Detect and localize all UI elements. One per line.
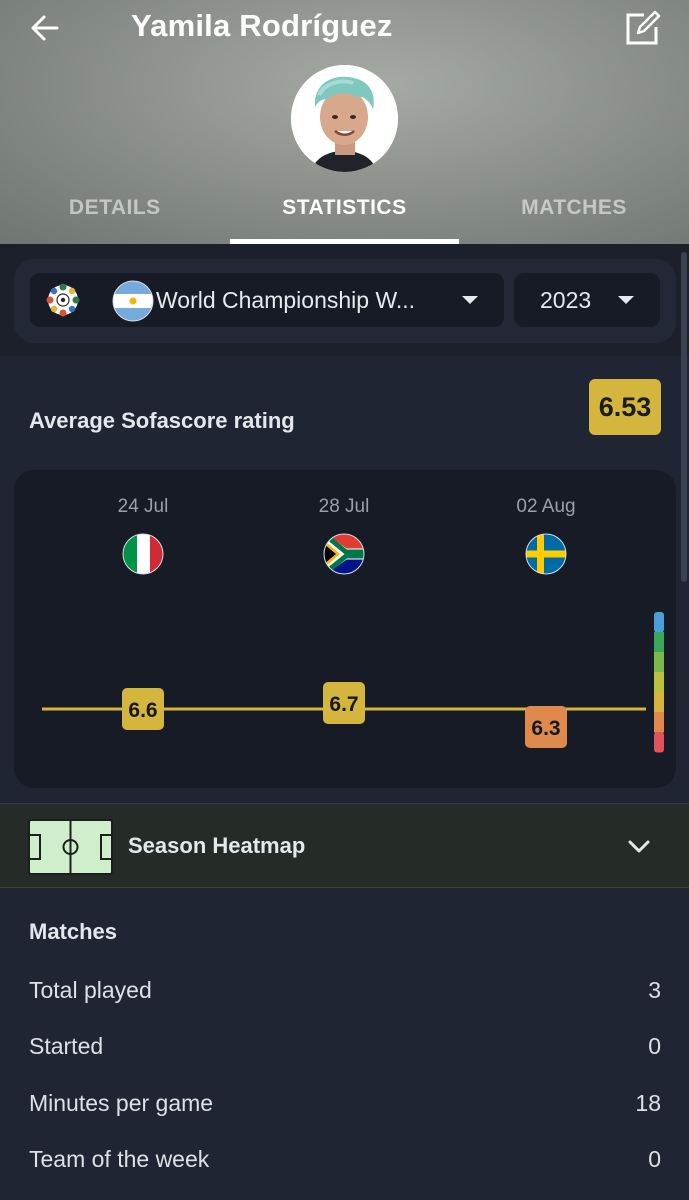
league-caret-icon <box>462 296 478 304</box>
rating-scale-segment <box>654 712 664 733</box>
year-select-value: 2023 <box>540 286 592 313</box>
tab-bar: DETAILS STATISTICS MATCHES <box>0 186 689 244</box>
season-heatmap-row[interactable]: Season Heatmap <box>0 803 689 888</box>
tab-details-label: DETAILS <box>68 196 161 219</box>
tab-details[interactable]: DETAILS <box>0 186 230 244</box>
average-rating-label: Average Sofascore rating <box>29 408 295 433</box>
south-africa-flag-icon[interactable] <box>323 533 365 575</box>
stat-row-started: Started 0 <box>29 1029 661 1063</box>
league-select-value: World Championship W... <box>156 286 416 313</box>
stat-label: Minutes per game <box>29 1089 214 1116</box>
filter-section: World Championship W... 2023 <box>0 244 689 356</box>
rating-chart-svg: 24 Jul 6.6 28 Jul 6.7 02 Aug 6.3 <box>42 496 664 753</box>
rating-point-label: 6.7 <box>329 693 358 716</box>
rating-point-label: 6.6 <box>128 699 157 722</box>
argentina-flag-icon <box>112 280 154 322</box>
stat-value: 0 <box>648 1145 661 1172</box>
italy-flag-icon[interactable] <box>122 533 164 575</box>
rating-point-label: 6.3 <box>531 717 560 740</box>
stat-label: Total played <box>29 976 152 1003</box>
rating-scale-segment <box>654 672 664 693</box>
match-date-label: 28 Jul <box>319 496 370 517</box>
rating-scale-segment <box>654 632 664 653</box>
player-avatar <box>291 65 398 172</box>
average-rating-badge: 6.53 <box>589 379 661 435</box>
player-name: Yamila Rodríguez <box>131 8 393 43</box>
rating-scale-segment <box>654 612 664 633</box>
match-date-label: 24 Jul <box>118 496 169 517</box>
rating-scale-segment <box>654 652 664 673</box>
year-select[interactable]: 2023 <box>514 273 660 327</box>
stat-value: 18 <box>635 1089 661 1116</box>
sweden-flag-icon[interactable] <box>525 533 567 575</box>
back-button[interactable] <box>22 8 68 48</box>
match-date-label: 02 Aug <box>516 496 575 517</box>
season-heatmap-label: Season Heatmap <box>128 833 306 858</box>
back-arrow-icon <box>31 15 59 41</box>
stat-value: 0 <box>648 1032 661 1059</box>
world-cup-logo-icon <box>46 283 80 317</box>
year-caret-icon <box>618 296 634 304</box>
matches-section-title: Matches <box>29 919 118 944</box>
scrollbar[interactable] <box>681 252 687 582</box>
rating-scale-segment <box>654 692 664 713</box>
rating-chart: 24 Jul 6.6 28 Jul 6.7 02 Aug 6.3 <box>14 470 676 788</box>
stat-label: Started <box>29 1032 104 1059</box>
league-select[interactable]: World Championship W... <box>30 273 504 327</box>
edit-button[interactable] <box>618 6 666 52</box>
stat-label: Team of the week <box>29 1145 210 1172</box>
filter-card: World Championship W... 2023 <box>14 259 676 343</box>
stat-row-total-played: Total played 3 <box>29 973 661 1007</box>
pitch-icon <box>28 819 113 875</box>
tab-statistics[interactable]: STATISTICS <box>229 186 460 244</box>
edit-icon <box>626 10 661 45</box>
chevron-down-icon <box>628 840 650 853</box>
tab-matches[interactable]: MATCHES <box>459 186 689 244</box>
stat-value: 3 <box>648 976 661 1003</box>
stat-row-team-of-the-week: Team of the week 0 <box>29 1142 661 1176</box>
player-header: Yamila Rodríguez DETAILS STATISTICS MATC… <box>0 0 689 244</box>
rating-scale-segment <box>654 732 664 753</box>
tab-matches-label: MATCHES <box>521 196 627 219</box>
stat-row-minutes-per-game: Minutes per game 18 <box>29 1086 661 1120</box>
tab-statistics-label: STATISTICS <box>282 196 407 219</box>
